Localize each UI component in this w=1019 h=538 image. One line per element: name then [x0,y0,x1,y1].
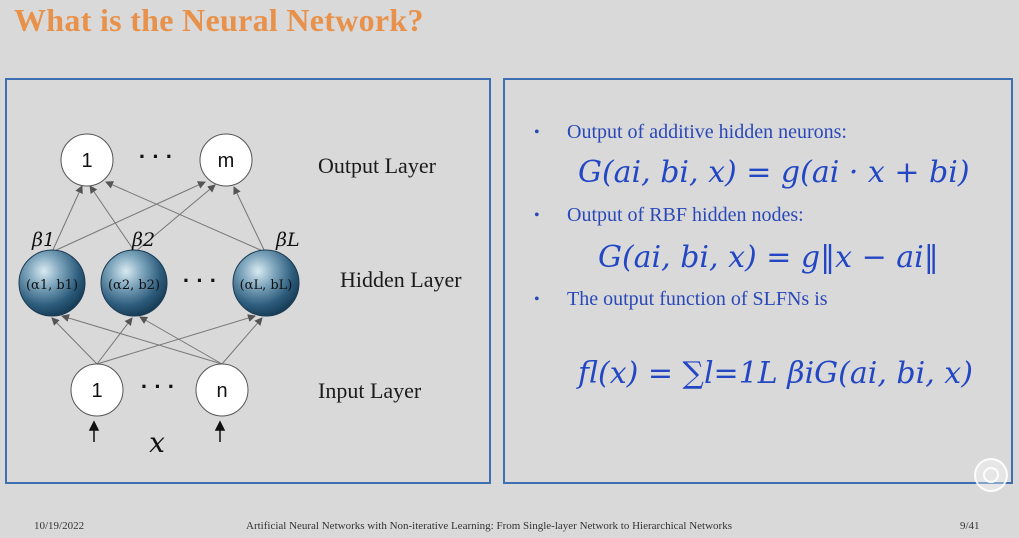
input-node-1: 1 [70,363,124,417]
input-to-hidden-connections [51,314,263,365]
formula-slfn: fl(x) = ∑l=1L βiG(ai, bi, x) [578,356,973,391]
bullet-slfn-text: The output function of SLFNs is [567,288,828,310]
bullet-dot: • [534,291,540,308]
output-node-m-label: m [218,150,235,172]
input-ellipsis: · · · [141,374,175,399]
input-node-1-label: 1 [91,380,102,402]
hidden-node-1: (α1, b1) [18,249,86,317]
hidden-layer-label: Hidden Layer [340,267,462,292]
hidden-node-2-label: (α2, b2) [108,278,160,293]
beta-2-label: β2 [131,229,155,251]
beta-L-label: βL [275,229,300,251]
output-node-1: 1 [60,133,114,187]
hidden-node-2: (α2, b2) [100,249,168,317]
footer-date: 10/19/2022 [34,520,85,532]
hidden-node-L-label: (αL, bL) [240,278,293,293]
footer-page-number: 9/41 [960,520,980,532]
input-node-n-label: n [216,380,227,402]
hidden-node-L: (αL, bL) [232,249,300,317]
beta-1-label: β1 [31,229,55,251]
hidden-node-1-label: (α1, b1) [26,278,78,293]
input-node-n: n [195,363,249,417]
formula-rbf: G(ai, bi, x) = g‖x − ai‖ [598,240,939,275]
input-symbol-x: x [149,426,165,459]
output-layer-label: Output Layer [318,153,436,178]
bullet-rbf-text: Output of RBF hidden nodes: [567,204,804,226]
footer-caption: Artificial Neural Networks with Non-iter… [246,520,732,532]
formula-additive: G(ai, bi, x) = g(ai · x + bi) [578,155,970,190]
input-layer-label: Input Layer [318,378,422,403]
output-node-m: m [199,133,253,187]
hidden-to-output-connections [51,181,266,253]
play-control-icon[interactable] [974,458,1008,492]
bullet-dot: • [534,124,540,141]
bullet-additive-text: Output of additive hidden neurons: [567,121,847,143]
output-node-1-label: 1 [81,150,92,172]
output-ellipsis: · · · [139,144,173,169]
bullet-dot: • [534,207,540,224]
play-control-inner-ring [983,467,999,483]
hidden-ellipsis: · · · [183,268,217,293]
